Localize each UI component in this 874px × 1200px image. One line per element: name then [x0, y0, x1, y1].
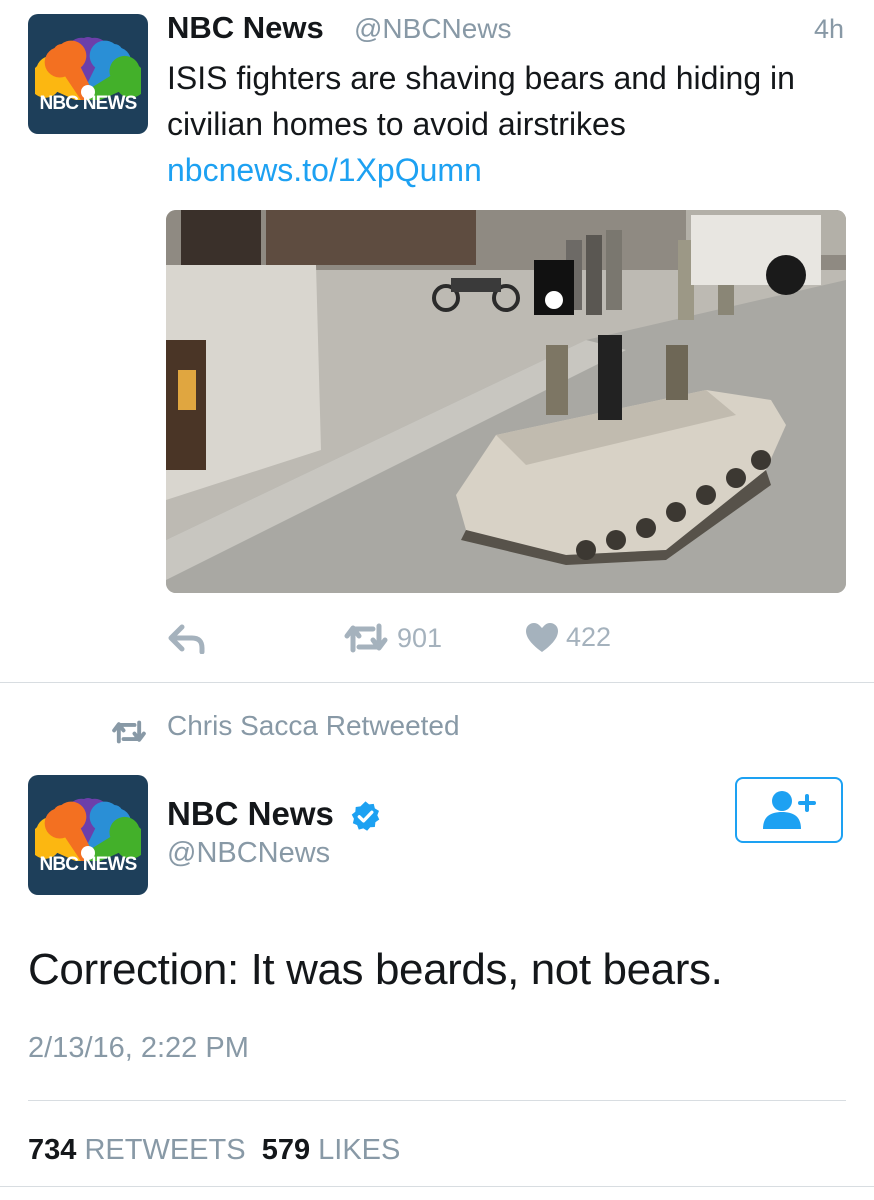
- retweet-count[interactable]: 734: [28, 1134, 76, 1166]
- author-name[interactable]: NBC News: [167, 795, 334, 833]
- verified-badge-icon: [351, 801, 380, 831]
- author-name[interactable]: NBC News: [167, 10, 324, 46]
- like-count[interactable]: 579: [262, 1134, 310, 1166]
- author-handle[interactable]: @NBCNews: [167, 837, 330, 870]
- retweeted-by-label[interactable]: Chris Sacca Retweeted: [167, 710, 460, 742]
- engagement-stats: 734 RETWEETS 579 LIKES: [28, 1134, 400, 1167]
- logo-wordmark: NBC NEWS: [39, 854, 137, 875]
- retweet-icon: [344, 623, 388, 653]
- like-button[interactable]: 422: [526, 622, 611, 653]
- follow-button[interactable]: [735, 777, 843, 843]
- nbc-peacock-logo: [35, 37, 141, 100]
- author-handle[interactable]: @NBCNews: [354, 13, 512, 45]
- retweet-button[interactable]: 901: [343, 622, 442, 654]
- avatar[interactable]: NBC NEWS: [28, 775, 148, 895]
- reply-button[interactable]: [168, 624, 206, 654]
- reply-icon: [168, 624, 205, 654]
- tweet-timestamp[interactable]: 4h: [814, 14, 844, 45]
- tweet-media-image[interactable]: [166, 210, 846, 593]
- divider: [0, 1186, 874, 1187]
- photo-illustration: [166, 210, 846, 593]
- logo-wordmark: NBC NEWS: [39, 93, 137, 114]
- divider: [28, 1100, 846, 1101]
- tweet-date: 2/13/16, 2:22 PM: [28, 1032, 249, 1064]
- retweets-label[interactable]: RETWEETS: [84, 1134, 245, 1166]
- avatar[interactable]: NBC NEWS: [28, 14, 148, 134]
- tweet-link[interactable]: nbcnews.to/1XpQumn: [167, 152, 482, 188]
- heart-icon: [526, 622, 558, 652]
- tweet-text: Correction: It was beards, not bears.: [28, 945, 723, 994]
- retweet-icon: [112, 720, 146, 744]
- tweet-text: ISIS fighters are shaving bears and hidi…: [167, 55, 847, 193]
- like-count: 422: [566, 622, 612, 652]
- retweet-count: 901: [397, 622, 443, 653]
- divider: [0, 682, 874, 683]
- likes-label[interactable]: LIKES: [318, 1134, 400, 1166]
- follow-user-icon: [763, 791, 816, 829]
- nbc-peacock-logo: [35, 798, 141, 861]
- tweet-body: ISIS fighters are shaving bears and hidi…: [167, 60, 795, 142]
